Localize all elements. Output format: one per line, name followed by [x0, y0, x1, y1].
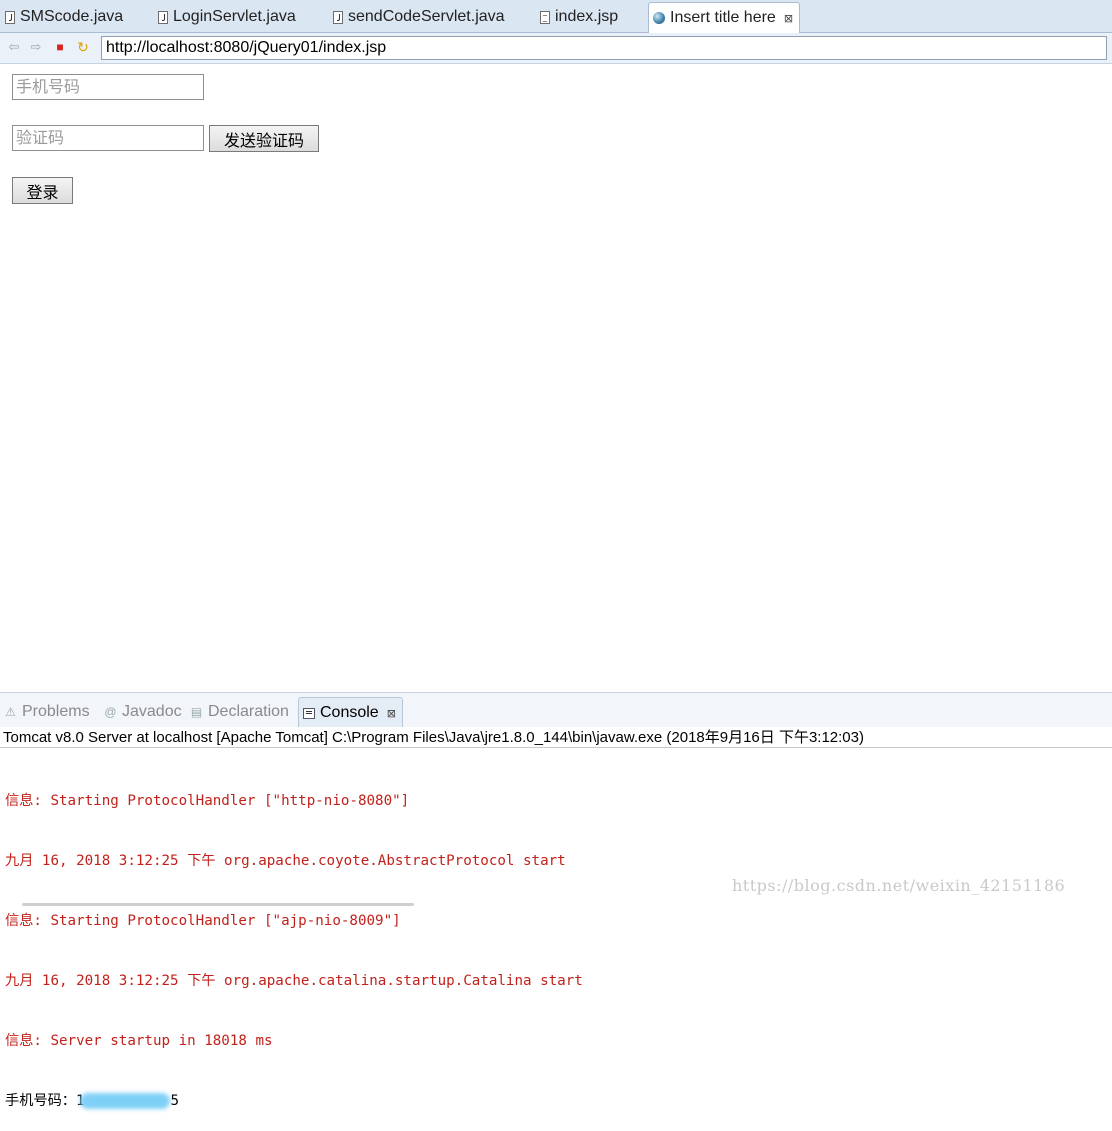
- tab-insert-title-here[interactable]: Insert title here ⊠: [648, 2, 801, 33]
- phone-input[interactable]: 手机号码: [12, 74, 204, 100]
- tab-label: Javadoc: [122, 703, 182, 720]
- back-arrow-icon[interactable]: ⇦: [7, 39, 21, 54]
- login-button[interactable]: 登录: [12, 177, 73, 204]
- tab-label: index.jsp: [555, 8, 619, 25]
- close-icon[interactable]: ⊠: [387, 707, 396, 720]
- console-line: 九月 16, 2018 3:12:25 下午 org.apache.coyote…: [5, 853, 566, 869]
- console-phone-suffix: 5: [170, 1093, 180, 1109]
- tab-label: Insert title here: [670, 9, 776, 26]
- redaction-blur: [80, 1093, 171, 1109]
- tab-problems[interactable]: ⚠ Problems: [4, 699, 90, 725]
- tab-declaration[interactable]: ▤ Declaration: [190, 699, 289, 725]
- jsp-file-icon: [540, 10, 550, 24]
- tab-console[interactable]: Console ⊠: [298, 697, 403, 728]
- console-line: 信息: Starting ProtocolHandler ["ajp-nio-8…: [5, 913, 401, 929]
- at-icon: @: [104, 705, 117, 719]
- tab-label: LoginServlet.java: [173, 8, 296, 25]
- editor-tab-bar: SMScode.java LoginServlet.java sendCodeS…: [0, 0, 1112, 33]
- console-icon: [303, 707, 315, 719]
- verification-code-input[interactable]: 验证码: [12, 125, 204, 151]
- views-tab-bar: ⚠ Problems @ Javadoc ▤ Declaration Conso…: [0, 692, 1112, 728]
- forward-arrow-icon[interactable]: ⇨: [29, 39, 43, 54]
- console-line: 九月 16, 2018 3:12:25 下午 org.apache.catali…: [5, 973, 583, 989]
- tab-smscode-java[interactable]: SMScode.java: [5, 3, 123, 31]
- tab-label: Console: [320, 704, 379, 721]
- declaration-icon: ▤: [190, 705, 203, 719]
- tab-label: SMScode.java: [20, 8, 124, 25]
- console-line-phone: 手机号码：1 5: [5, 1091, 583, 1111]
- stop-icon[interactable]: ■: [53, 40, 67, 54]
- tab-index-jsp[interactable]: index.jsp: [540, 3, 618, 31]
- browser-toolbar: ⇦ ⇨ ■ ↻ http://localhost:8080/jQuery01/i…: [0, 33, 1112, 64]
- console-line: 信息: Server startup in 18018 ms: [5, 1033, 273, 1049]
- java-file-icon: [333, 10, 343, 24]
- java-file-icon: [5, 10, 15, 24]
- tab-sendcodeservlet-java[interactable]: sendCodeServlet.java: [333, 3, 505, 31]
- tab-label: Declaration: [208, 703, 289, 720]
- tab-label: sendCodeServlet.java: [348, 8, 505, 25]
- console-line: 信息: Starting ProtocolHandler ["http-nio-…: [5, 793, 410, 809]
- console-phone-prefix: 手机号码：1: [5, 1093, 85, 1109]
- close-icon[interactable]: ⊠: [784, 12, 793, 25]
- console-output[interactable]: 信息: Starting ProtocolHandler ["http-nio-…: [5, 751, 583, 1131]
- refresh-icon[interactable]: ↻: [76, 39, 90, 55]
- console-process-header: Tomcat v8.0 Server at localhost [Apache …: [0, 727, 1112, 748]
- globe-icon: [653, 12, 665, 24]
- problems-icon: ⚠: [5, 705, 16, 719]
- tab-loginservlet-java[interactable]: LoginServlet.java: [158, 3, 296, 31]
- url-input[interactable]: http://localhost:8080/jQuery01/index.jsp: [101, 36, 1107, 60]
- java-file-icon: [158, 10, 168, 24]
- tab-javadoc[interactable]: @ Javadoc: [104, 699, 182, 725]
- tab-label: Problems: [22, 703, 90, 720]
- send-code-button[interactable]: 发送验证码: [209, 125, 319, 152]
- watermark: https://blog.csdn.net/weixin_42151186: [732, 876, 1066, 895]
